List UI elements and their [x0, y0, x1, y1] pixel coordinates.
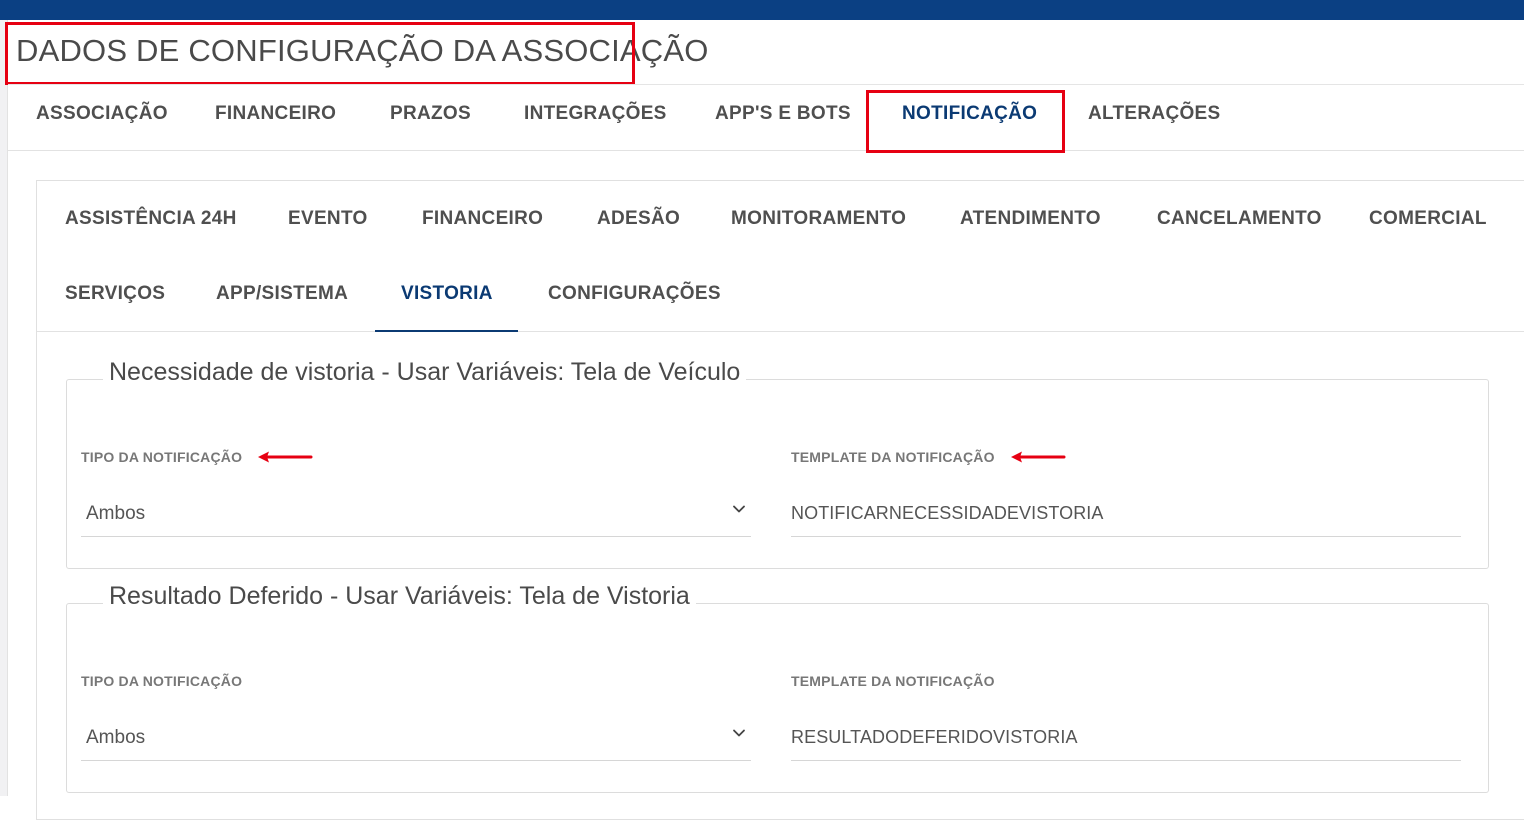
subtab-comercial[interactable]: COMERCIAL	[1369, 208, 1487, 230]
template-notificacao-value: NOTIFICARNECESSIDADEVISTORIA	[791, 503, 1104, 523]
tipo-notificacao-select[interactable]: Ambos	[81, 487, 751, 537]
annotation-arrow-icon	[1011, 451, 1066, 463]
sub-tabs: ASSISTÊNCIA 24H EVENTO FINANCEIRO ADESÃO…	[37, 181, 1524, 332]
tab-apps-e-bots[interactable]: APP'S E BOTS	[715, 103, 851, 125]
subtab-assistencia-24h[interactable]: ASSISTÊNCIA 24H	[65, 208, 237, 230]
top-header-bar	[0, 0, 1524, 20]
tab-prazos[interactable]: PRAZOS	[390, 103, 471, 125]
notification-settings-card: ASSISTÊNCIA 24H EVENTO FINANCEIRO ADESÃO…	[36, 180, 1524, 820]
template-notificacao-label: TEMPLATE DA NOTIFICAÇÃO	[791, 449, 995, 465]
subtab-app-sistema[interactable]: APP/SISTEMA	[216, 283, 348, 305]
subtab-adesao[interactable]: ADESÃO	[597, 208, 680, 230]
section-necessidade-vistoria: Necessidade de vistoria - Usar Variáveis…	[66, 358, 1489, 569]
notificacao-highlight-box	[866, 90, 1065, 153]
tipo-notificacao-select[interactable]: Ambos	[81, 711, 751, 761]
section-resultado-deferido: Resultado Deferido - Usar Variáveis: Tel…	[66, 582, 1489, 793]
title-highlight-box	[5, 22, 635, 85]
tab-financeiro[interactable]: FINANCEIRO	[215, 103, 336, 125]
tipo-notificacao-label: TIPO DA NOTIFICAÇÃO	[81, 673, 243, 689]
subtab-atendimento[interactable]: ATENDIMENTO	[960, 208, 1101, 230]
chevron-down-icon	[733, 729, 745, 737]
main-tabs: ASSOCIAÇÃO FINANCEIRO PRAZOS INTEGRAÇÕES…	[8, 85, 1524, 151]
tipo-notificacao-value: Ambos	[86, 727, 146, 748]
active-subtab-indicator	[375, 330, 518, 332]
chevron-down-icon	[733, 505, 745, 513]
template-notificacao-input[interactable]: NOTIFICARNECESSIDADEVISTORIA	[791, 487, 1461, 537]
section-title: Necessidade de vistoria - Usar Variáveis…	[103, 358, 747, 387]
section-title: Resultado Deferido - Usar Variáveis: Tel…	[103, 582, 696, 611]
subtab-configuracoes[interactable]: CONFIGURAÇÕES	[548, 283, 721, 305]
template-notificacao-value: RESULTADODEFERIDOVISTORIA	[791, 727, 1078, 747]
tipo-notificacao-label: TIPO DA NOTIFICAÇÃO	[81, 449, 243, 465]
template-notificacao-label: TEMPLATE DA NOTIFICAÇÃO	[791, 673, 995, 689]
tab-associacao[interactable]: ASSOCIAÇÃO	[36, 103, 168, 125]
tab-integracoes[interactable]: INTEGRAÇÕES	[524, 103, 667, 125]
tipo-notificacao-value: Ambos	[86, 503, 146, 524]
left-rail	[0, 20, 8, 796]
annotation-arrow-icon	[258, 451, 313, 463]
subtab-vistoria[interactable]: VISTORIA	[401, 283, 493, 305]
subtab-cancelamento[interactable]: CANCELAMENTO	[1157, 208, 1322, 230]
tab-alteracoes[interactable]: ALTERAÇÕES	[1088, 103, 1220, 125]
subtab-monitoramento[interactable]: MONITORAMENTO	[731, 208, 906, 230]
template-notificacao-input[interactable]: RESULTADODEFERIDOVISTORIA	[791, 711, 1461, 761]
subtab-evento[interactable]: EVENTO	[288, 208, 368, 230]
subtab-servicos[interactable]: SERVIÇOS	[65, 283, 165, 305]
subtab-financeiro[interactable]: FINANCEIRO	[422, 208, 543, 230]
